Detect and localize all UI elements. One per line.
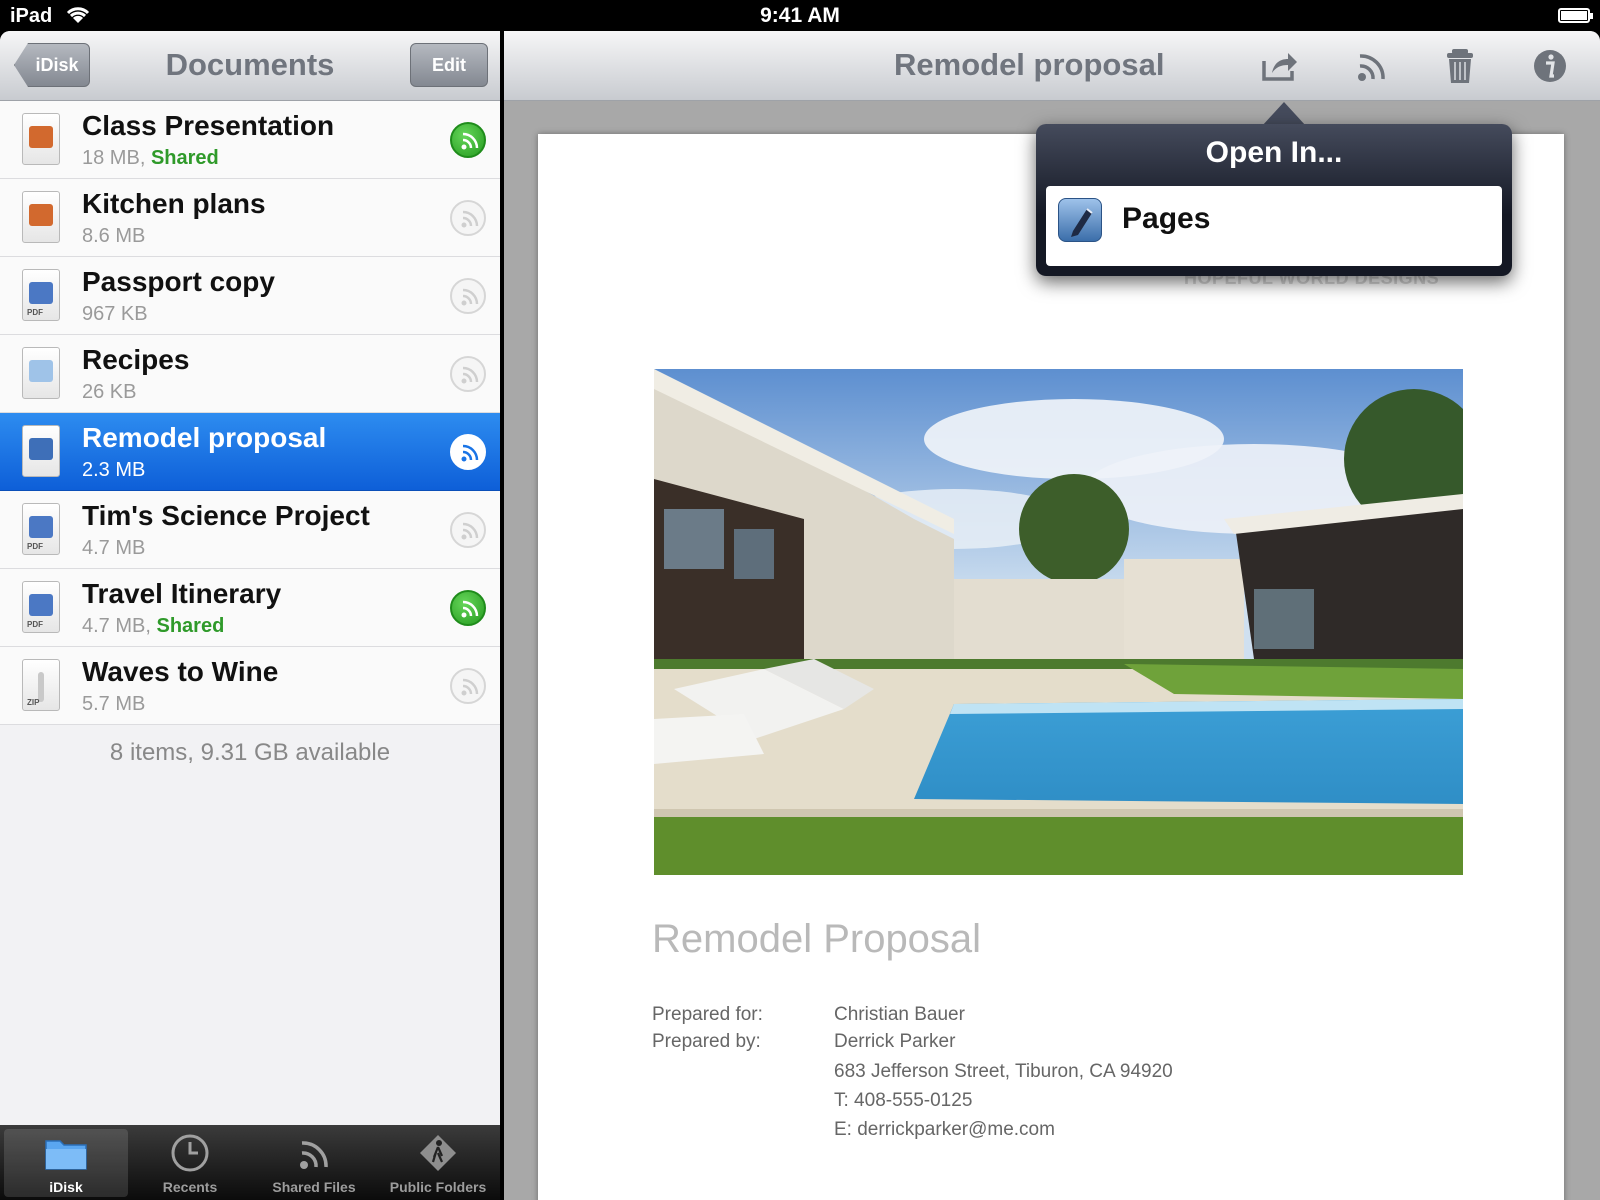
broadcast-icon <box>300 1141 328 1169</box>
document-title: Remodel Proposal <box>652 917 982 961</box>
back-button[interactable]: iDisk <box>14 43 90 87</box>
file-meta: 2.3 MB <box>82 459 145 482</box>
file-meta: 967 KB <box>82 303 148 326</box>
file-size: 8.6 MB <box>82 225 146 247</box>
edit-button[interactable]: Edit <box>410 43 488 87</box>
documents-pane: Documents iDisk Edit Class Presentation … <box>0 31 500 1200</box>
file-row[interactable]: Recipes 26 KB <box>0 335 500 413</box>
tab-public-folders[interactable]: Public Folders <box>376 1129 500 1197</box>
file-meta: 26 KB <box>82 381 136 404</box>
share-icon[interactable] <box>1260 47 1300 85</box>
file-size: 26 KB <box>82 381 137 403</box>
file-name: Travel Itinerary <box>82 578 282 609</box>
file-row-selected[interactable]: Remodel proposal 2.3 MB <box>0 413 500 491</box>
tab-label: Recents <box>162 1179 218 1195</box>
shared-label: Shared <box>150 147 219 169</box>
tab-shared-files[interactable]: Shared Files <box>252 1129 376 1197</box>
folder-icon <box>45 1140 87 1170</box>
open-in-pages-item[interactable]: Pages <box>1046 186 1502 256</box>
open-in-item-label: Pages <box>1122 202 1211 235</box>
prepared-for-label: Prepared for: <box>652 1004 763 1025</box>
pdf-file-icon: PDF <box>22 581 60 633</box>
share-status-icon[interactable] <box>450 590 486 626</box>
share-status-icon[interactable] <box>450 434 486 470</box>
share-status-icon[interactable] <box>450 512 486 548</box>
pdf-file-icon: PDF <box>22 269 60 321</box>
file-meta: 18 MB, Shared <box>82 147 219 169</box>
file-size: 4.7 MB <box>82 537 146 559</box>
file-size: 2.3 MB <box>82 459 146 481</box>
pages-file-icon <box>22 425 60 477</box>
popover-title: Open In... <box>1205 136 1343 169</box>
share-status-icon[interactable] <box>450 200 486 236</box>
walker-icon <box>420 1135 456 1171</box>
battery-icon <box>1558 8 1593 23</box>
popover-list: Pages <box>1046 186 1502 266</box>
pages-app-icon <box>1058 198 1102 242</box>
prepared-by-value: Derrick Parker <box>834 1031 956 1052</box>
keynote-file-icon <box>22 113 60 165</box>
house-photo <box>654 369 1463 875</box>
text-file-icon <box>22 347 60 399</box>
tab-recents[interactable]: Recents <box>128 1129 252 1197</box>
file-size: 5.7 MB <box>82 693 146 715</box>
file-name: Tim's Science Project <box>82 500 370 531</box>
file-row[interactable]: PDF Passport copy 967 KB <box>0 257 500 335</box>
document-name: Remodel proposal <box>894 47 1165 82</box>
trash-icon[interactable] <box>1440 47 1480 85</box>
share-status-icon[interactable] <box>450 122 486 158</box>
file-size: 967 KB <box>82 303 148 325</box>
pdf-file-icon: PDF <box>22 503 60 555</box>
clock: 9:41 AM <box>760 4 840 27</box>
document-page: Remodel Proposal Prepared for: Christian… <box>538 134 1564 1200</box>
file-row[interactable]: PDF Tim's Science Project 4.7 MB <box>0 491 500 569</box>
file-name: Kitchen plans <box>82 188 266 219</box>
viewer-navbar: Remodel proposal <box>504 31 1600 101</box>
info-icon[interactable] <box>1530 47 1570 85</box>
documents-navbar: Documents iDisk Edit <box>0 31 500 101</box>
file-name: Passport copy <box>82 266 275 297</box>
file-size: 18 MB <box>82 147 140 169</box>
file-meta: 5.7 MB <box>82 693 145 716</box>
share-status-icon[interactable] <box>450 668 486 704</box>
tab-idisk[interactable]: iDisk <box>4 1129 128 1197</box>
clock-icon <box>171 1134 209 1172</box>
file-meta: 8.6 MB <box>82 225 145 248</box>
file-meta: 4.7 MB <box>82 537 145 560</box>
file-name: Recipes <box>82 344 190 375</box>
keynote-file-icon <box>22 191 60 243</box>
file-row[interactable]: Class Presentation 18 MB, Shared <box>0 101 500 179</box>
file-meta: 4.7 MB, Shared <box>82 615 225 637</box>
storage-summary: 8 items, 9.31 GB available <box>109 739 391 766</box>
tab-label: Shared Files <box>272 1179 356 1195</box>
address-line: 683 Jefferson Street, Tiburon, CA 94920 <box>834 1061 1173 1082</box>
broadcast-icon[interactable] <box>1352 47 1392 85</box>
share-status-icon[interactable] <box>450 278 486 314</box>
shared-label: Shared <box>156 615 225 637</box>
file-list: Class Presentation 18 MB, Shared Kitchen… <box>0 101 500 725</box>
file-row[interactable]: ZIP Waves to Wine 5.7 MB <box>0 647 500 725</box>
tab-label: iDisk <box>49 1179 83 1195</box>
file-name: Remodel proposal <box>82 422 327 453</box>
email-line: E: derrickparker@me.com <box>834 1119 1055 1140</box>
status-bar: iPad 9:41 AM <box>0 0 1600 31</box>
prepared-for-value: Christian Bauer <box>834 1004 965 1025</box>
phone-line: T: 408-555-0125 <box>834 1090 973 1111</box>
share-status-icon[interactable] <box>450 356 486 392</box>
popover-arrow <box>1262 102 1306 126</box>
file-row[interactable]: PDF Travel Itinerary 4.7 MB, Shared <box>0 569 500 647</box>
file-name: Waves to Wine <box>82 656 279 687</box>
prepared-by-label: Prepared by: <box>652 1031 761 1052</box>
zip-file-icon: ZIP <box>22 659 60 711</box>
tab-bar: iDisk Recents Shared Files Public Folder… <box>0 1125 500 1200</box>
tab-label: Public Folders <box>389 1179 487 1195</box>
open-in-popover: Open In... Pages <box>1036 124 1512 276</box>
file-name: Class Presentation <box>82 110 335 141</box>
file-size: 4.7 MB <box>82 615 146 637</box>
file-row[interactable]: Kitchen plans 8.6 MB <box>0 179 500 257</box>
